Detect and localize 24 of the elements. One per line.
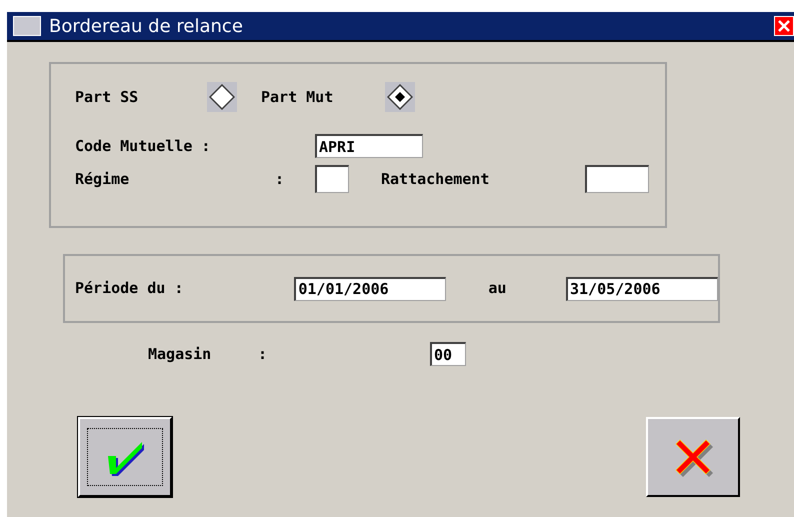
- date-field[interactable]: 31/05/2006: [566, 276, 718, 300]
- field-label: Rattachement: [381, 168, 490, 190]
- radio-button[interactable]: [387, 84, 413, 110]
- colon: :: [275, 168, 286, 190]
- radio-button[interactable]: [209, 84, 235, 110]
- input-field[interactable]: [315, 165, 349, 193]
- field-label: au: [488, 278, 508, 300]
- field-label: Magasin: [148, 344, 212, 365]
- input-field[interactable]: [585, 165, 649, 193]
- input-field[interactable]: 00: [430, 342, 466, 366]
- date-field[interactable]: 01/01/2006: [294, 276, 446, 300]
- ok-button[interactable]: [78, 417, 172, 497]
- input-field[interactable]: APRI: [315, 134, 423, 158]
- window-icon: [13, 16, 41, 36]
- colon: :: [258, 344, 268, 365]
- window-title: Bordereau de relance: [49, 14, 243, 38]
- option-label: Part Mut: [261, 86, 334, 108]
- field-label: Période du :: [75, 278, 184, 300]
- close-button[interactable]: [774, 16, 794, 36]
- field-label: Code Mutuelle :: [75, 136, 212, 157]
- close-icon: [777, 19, 791, 33]
- field-label: Régime: [75, 168, 130, 190]
- option-label: Part SS: [75, 86, 140, 108]
- cancel-button[interactable]: [646, 417, 740, 497]
